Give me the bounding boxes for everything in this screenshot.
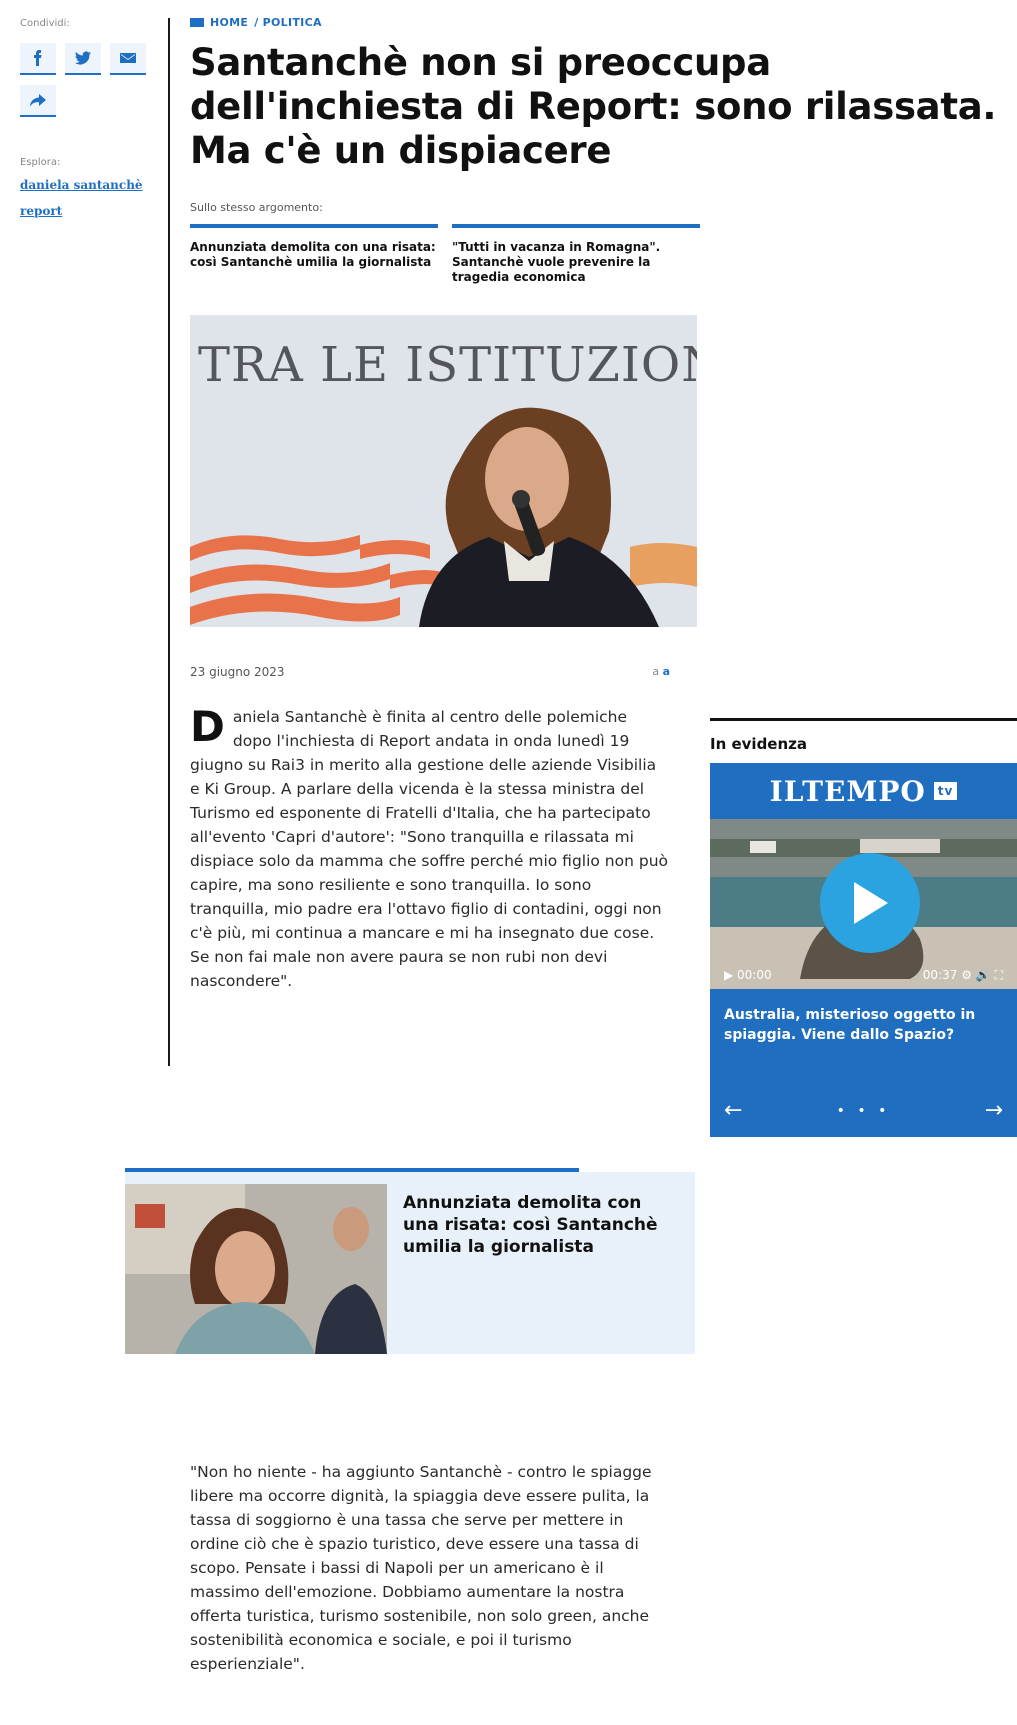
prev-arrow-icon[interactable]: ←: [724, 1098, 742, 1123]
hero-sign-text: TRA LE ISTITUZIONI,: [198, 337, 697, 393]
brand-name: ILTEMPO: [769, 774, 926, 808]
font-default-button[interactable]: a: [663, 665, 670, 678]
related-article-box[interactable]: Annunziata demolita con una risata: così…: [125, 1168, 695, 1354]
twitter-share-button[interactable]: [65, 43, 101, 75]
sidebar-title: In evidenza: [710, 718, 1017, 753]
related-box-content: Annunziata demolita con una risata: così…: [125, 1172, 695, 1354]
breadcrumb-home[interactable]: HOME: [210, 16, 248, 29]
mail-icon: [120, 53, 136, 63]
font-size-controls: a a: [652, 665, 670, 679]
explore-link-santanche[interactable]: daniela santanchè: [20, 178, 160, 192]
article-paragraph: aniela Santanchè è finita al centro dell…: [190, 708, 669, 990]
related-label: Sullo stesso argomento:: [190, 201, 323, 214]
mail-share-button[interactable]: [110, 43, 146, 75]
video-play-small-button[interactable]: ▶ 00:00: [724, 968, 772, 982]
explore-label: Esplora:: [20, 157, 61, 168]
card-navigation: ← • • • →: [710, 1098, 1017, 1123]
article-meta: 23 giugno 2023 a a: [190, 665, 670, 679]
brand-logo: ILTEMPO tv: [710, 763, 1017, 819]
featured-video-card[interactable]: ILTEMPO tv ▶ 00:00 00:37 ⚙ 🔊 ⛶ Australia…: [710, 763, 1017, 1137]
video-current-time: 00:00: [737, 968, 772, 982]
article-body: D aniela Santanchè è finita al centro de…: [190, 705, 670, 993]
video-player[interactable]: ▶ 00:00 00:37 ⚙ 🔊 ⛶: [710, 819, 1017, 989]
breadcrumb: HOME / POLITICA: [190, 16, 1000, 29]
section-flag-icon: [190, 18, 204, 27]
fullscreen-icon[interactable]: ⛶: [995, 968, 1003, 982]
related-box-title[interactable]: Annunziata demolita con una risata: così…: [387, 1172, 687, 1354]
explore-link-report[interactable]: report: [20, 204, 160, 218]
video-controls: ▶ 00:00 00:37 ⚙ 🔊 ⛶: [710, 961, 1017, 989]
speaker-person-figure: [419, 407, 659, 627]
video-right-controls: 00:37 ⚙ 🔊 ⛶: [923, 968, 1003, 983]
video-caption[interactable]: Australia, misterioso oggetto in spiaggi…: [710, 989, 1017, 1061]
volume-icon[interactable]: 🔊: [976, 968, 991, 982]
facebook-share-button[interactable]: [20, 43, 56, 75]
related-articles: Annunziata demolita con una risata: così…: [190, 224, 700, 285]
column-divider: [168, 18, 170, 1066]
related-article-link[interactable]: "Tutti in vacanza in Romagna". Santanchè…: [452, 224, 700, 285]
hero-image: TRA LE ISTITUZIONI,: [190, 315, 697, 627]
share-sidebar: Condividi: Esplora: daniela santanchè re…: [20, 18, 160, 230]
drop-cap: D: [190, 702, 225, 751]
article-paragraph-2: "Non ho niente - ha aggiunto Santanchè -…: [190, 1463, 652, 1673]
generic-share-button[interactable]: [20, 85, 56, 117]
brand-badge: tv: [933, 782, 958, 800]
carousel-dots[interactable]: • • •: [837, 1103, 891, 1119]
play-button[interactable]: [820, 853, 920, 953]
publish-date: 23 giugno 2023: [190, 665, 285, 679]
share-label: Condividi:: [20, 18, 70, 29]
next-arrow-icon[interactable]: →: [985, 1098, 1003, 1123]
article-headline: Santanchè non si preoccupa dell'inchiest…: [190, 41, 997, 172]
font-decrease-button[interactable]: a: [652, 665, 659, 678]
share-icon: [30, 94, 46, 107]
twitter-icon: [75, 51, 91, 65]
related-article-link[interactable]: Annunziata demolita con una risata: così…: [190, 224, 438, 285]
related-article-thumbnail[interactable]: [125, 1184, 387, 1354]
breadcrumb-section[interactable]: / POLITICA: [254, 16, 322, 29]
featured-sidebar: In evidenza ILTEMPO tv ▶ 00:00 00:37 ⚙ 🔊…: [710, 718, 1017, 1137]
related-thumbnail-image: [125, 1184, 387, 1354]
play-icon: [854, 882, 888, 924]
video-total-time: 00:37: [922, 967, 958, 982]
facebook-icon: [34, 50, 42, 66]
settings-gear-icon[interactable]: ⚙: [961, 968, 972, 982]
